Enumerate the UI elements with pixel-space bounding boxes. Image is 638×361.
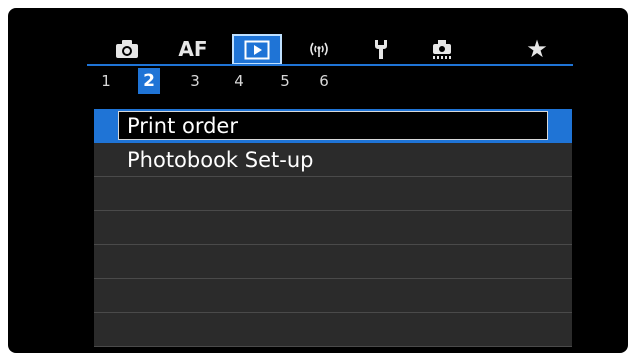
subtab-3[interactable]: 3 <box>184 68 206 94</box>
camera-icon <box>115 39 139 59</box>
menu-item-empty <box>94 313 572 347</box>
menu-item-empty <box>94 211 572 245</box>
wrench-icon <box>371 38 391 60</box>
menu-item-empty <box>94 279 572 313</box>
camera-screen: AF ★ 1 2 3 4 5 6 Print order Photobook S… <box>8 8 628 353</box>
tab-custom-functions[interactable] <box>417 33 467 65</box>
wireless-icon <box>307 39 331 59</box>
menu-item-label: Print order <box>127 114 238 138</box>
subtab-4[interactable]: 4 <box>228 68 250 94</box>
menu-item-photobook-setup[interactable]: Photobook Set-up <box>94 143 572 177</box>
menu-list: Print order Photobook Set-up <box>94 109 572 347</box>
menu-item-label: Photobook Set-up <box>127 148 314 172</box>
tab-setup[interactable] <box>356 33 406 65</box>
subtab-2[interactable]: 2 <box>138 68 160 94</box>
menu-item-print-order[interactable]: Print order <box>94 109 572 143</box>
subtab-5[interactable]: 5 <box>274 68 296 94</box>
custom-function-icon <box>430 38 454 60</box>
subtab-6[interactable]: 6 <box>313 68 335 94</box>
tab-af[interactable]: AF <box>168 33 218 65</box>
tab-my-menu[interactable]: ★ <box>512 33 562 65</box>
playback-icon <box>244 40 270 60</box>
tab-wireless[interactable] <box>294 33 344 65</box>
star-icon: ★ <box>526 35 548 63</box>
tab-shooting[interactable] <box>102 33 152 65</box>
sub-tab-bar: 1 2 3 4 5 6 <box>87 68 387 94</box>
tab-underline <box>87 64 573 66</box>
menu-item-empty <box>94 177 572 211</box>
tab-af-label: AF <box>178 37 208 61</box>
subtab-1[interactable]: 1 <box>95 68 117 94</box>
main-tab-bar: AF ★ <box>102 31 572 65</box>
tab-playback[interactable] <box>232 34 282 65</box>
menu-item-empty <box>94 245 572 279</box>
